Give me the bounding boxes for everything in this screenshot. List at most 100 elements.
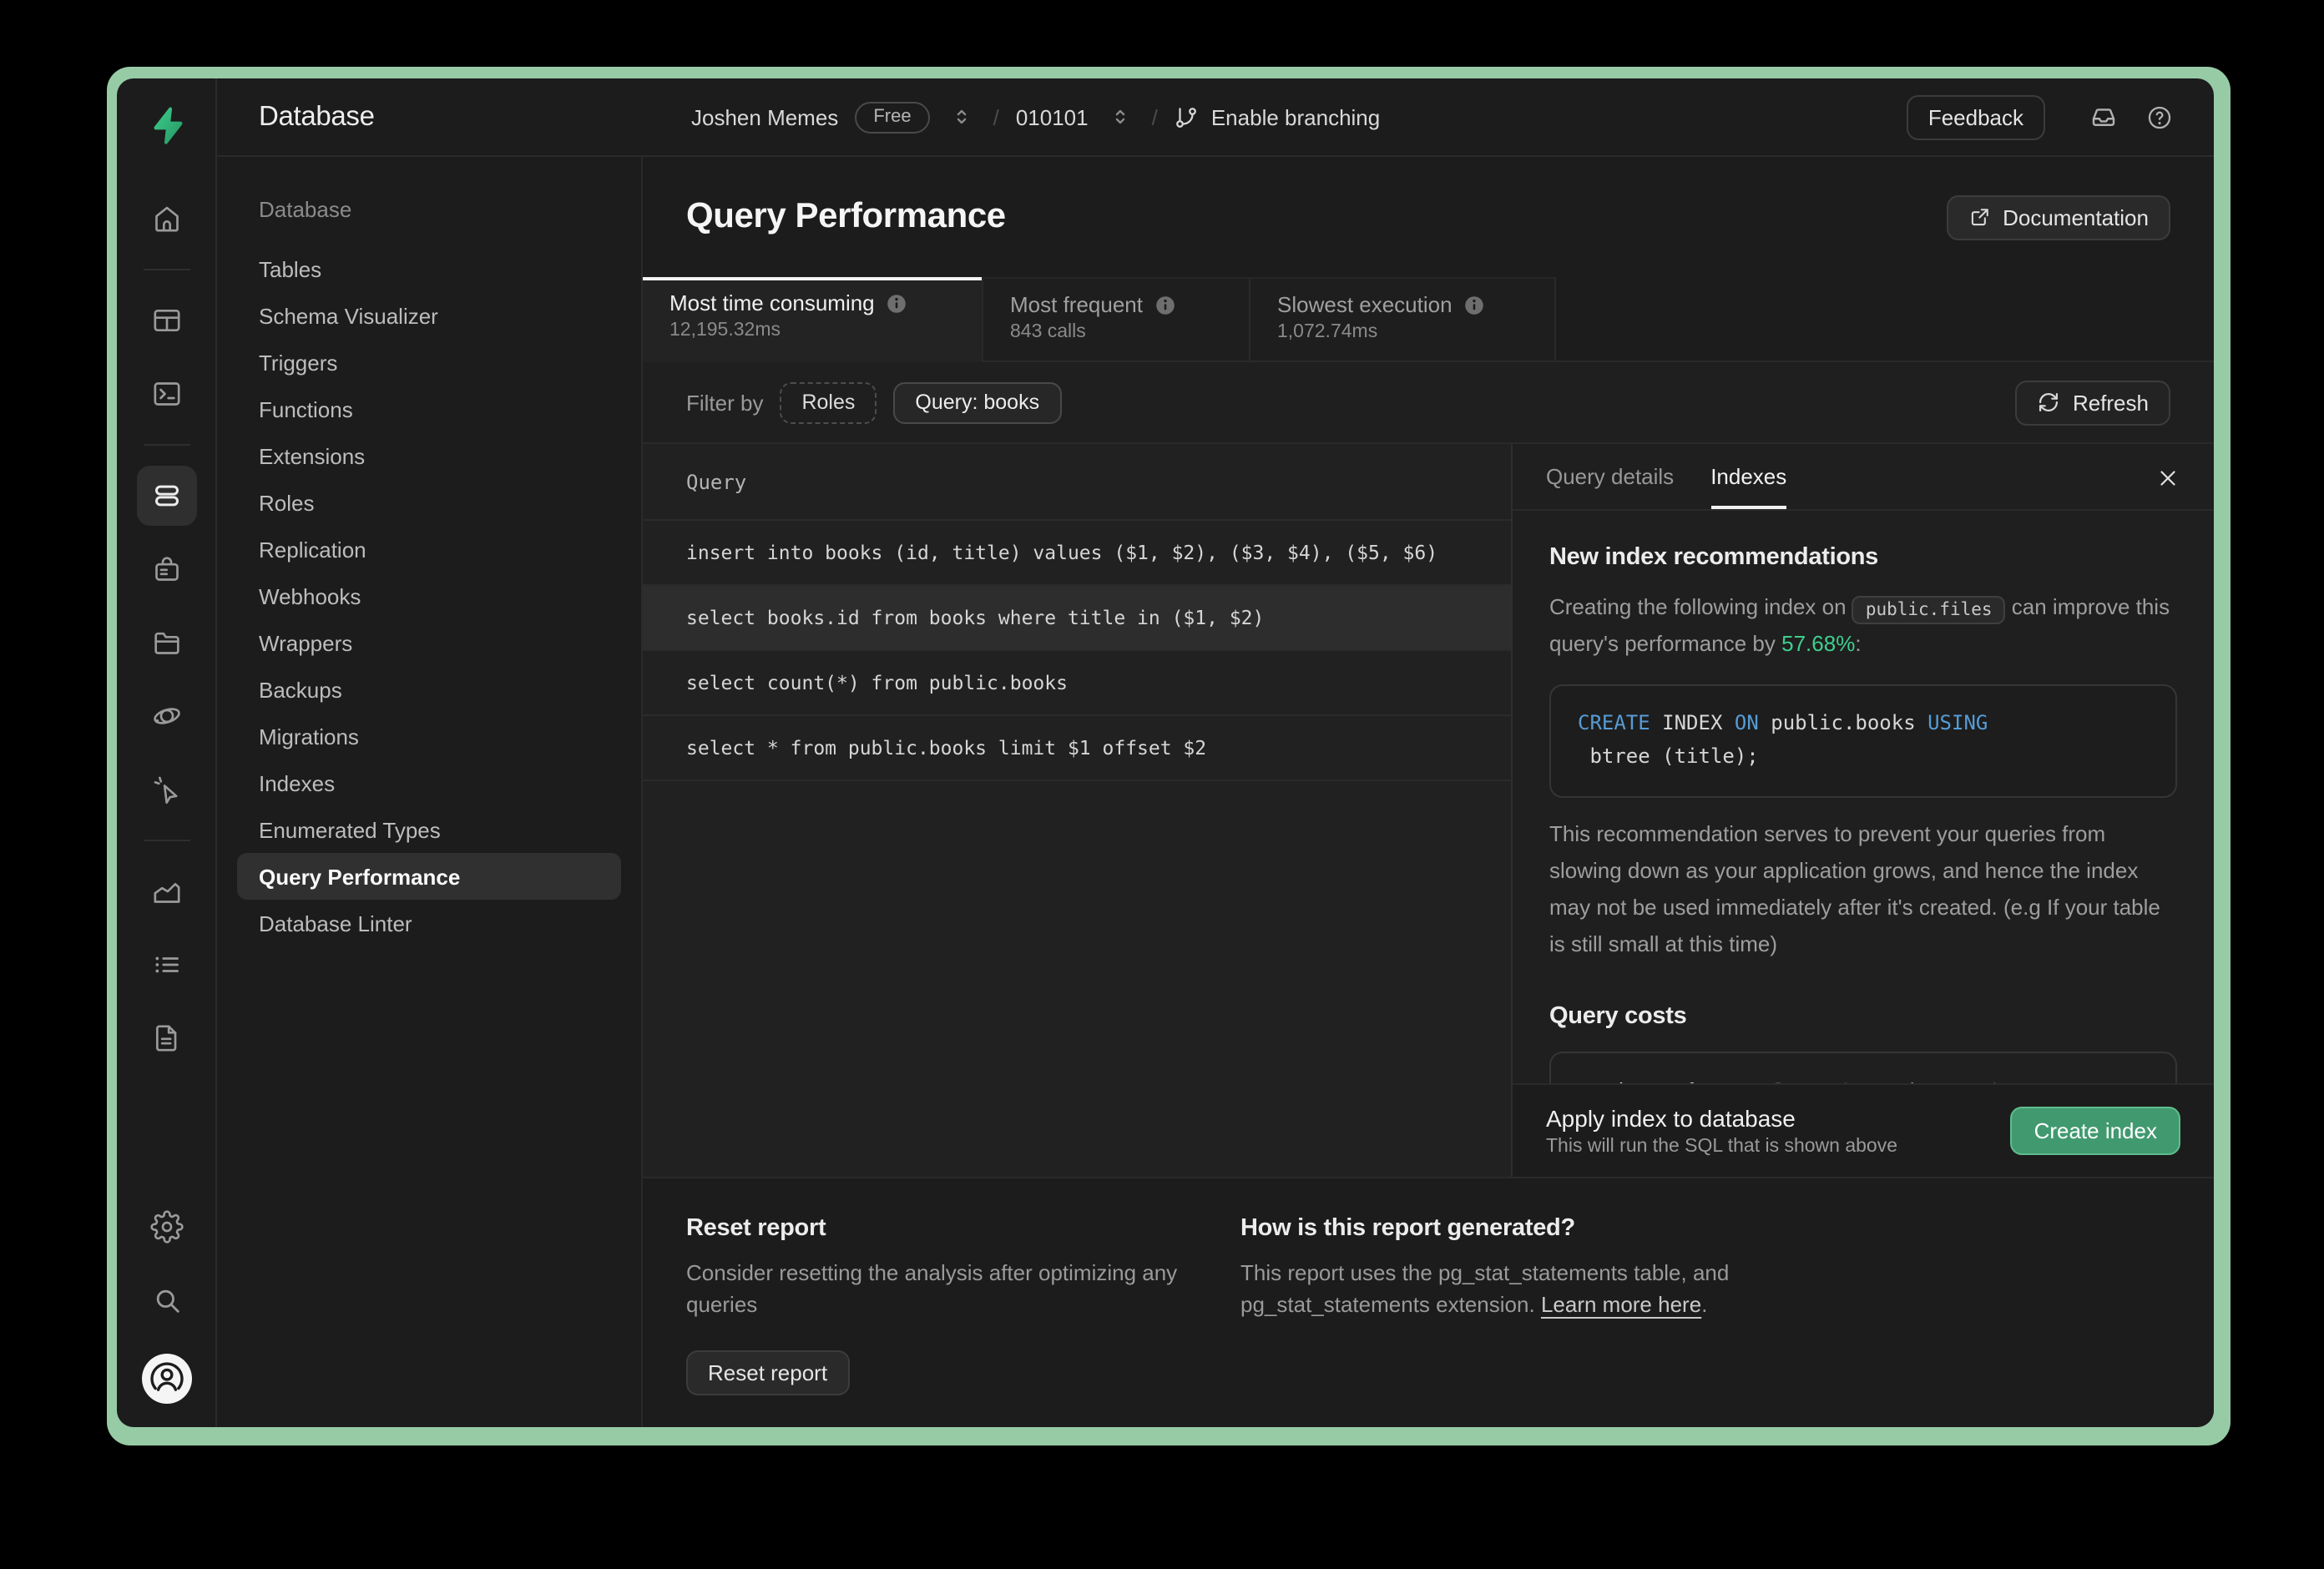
table-row[interactable]: select count(*) from public.books bbox=[643, 651, 1511, 716]
sidebar-nav: Database Tables Schema Visualizer Trigge… bbox=[217, 157, 643, 1427]
topbar: Database Joshen Memes Free / 010101 / En… bbox=[217, 78, 2214, 157]
learn-more-link[interactable]: Learn more here bbox=[1541, 1292, 1701, 1317]
tab-query-details[interactable]: Query details bbox=[1546, 464, 1674, 507]
sidebar-item-wrappers[interactable]: Wrappers bbox=[237, 619, 621, 666]
close-icon[interactable] bbox=[2155, 466, 2180, 491]
info-icon[interactable] bbox=[887, 293, 907, 313]
create-index-button[interactable]: Create index bbox=[2010, 1107, 2180, 1155]
tab-most-frequent[interactable]: Most frequent 843 calls bbox=[983, 277, 1250, 362]
documentation-button[interactable]: Documentation bbox=[1946, 194, 2170, 240]
tab-indexes[interactable]: Indexes bbox=[1710, 464, 1786, 509]
table-row[interactable]: insert into books (id, title) values ($1… bbox=[643, 521, 1511, 586]
tab-label: Most time consuming bbox=[669, 290, 875, 315]
body: Database Tables Schema Visualizer Trigge… bbox=[217, 157, 2214, 1427]
sidebar-item-enumerated-types[interactable]: Enumerated Types bbox=[237, 806, 621, 853]
filter-bar: Filter by Roles Query: books Refresh bbox=[643, 362, 2214, 444]
project-selector-chevrons-icon[interactable] bbox=[1105, 102, 1135, 132]
sidebar-item-roles[interactable]: Roles bbox=[237, 479, 621, 526]
sidebar-item-backups[interactable]: Backups bbox=[237, 666, 621, 713]
sidebar-item-replication[interactable]: Replication bbox=[237, 526, 621, 573]
refresh-icon bbox=[2039, 392, 2059, 412]
realtime-icon[interactable] bbox=[136, 686, 196, 746]
tab-slowest-execution[interactable]: Slowest execution 1,072.74ms bbox=[1250, 277, 1556, 362]
topbar-left: Database bbox=[217, 101, 643, 133]
sidebar-item-tables[interactable]: Tables bbox=[237, 245, 621, 292]
user-avatar[interactable] bbox=[141, 1354, 191, 1404]
reset-report-title: Reset report bbox=[686, 1215, 826, 1242]
recommendation-text: Creating the following index on public.f… bbox=[1549, 589, 2177, 663]
page-title: Query Performance bbox=[686, 197, 1006, 235]
api-docs-icon[interactable] bbox=[136, 1008, 196, 1068]
sql-editor-icon[interactable] bbox=[136, 364, 196, 424]
tab-label: Slowest execution bbox=[1277, 292, 1452, 317]
sidebar-item-extensions[interactable]: Extensions bbox=[237, 432, 621, 479]
app-title: Database bbox=[259, 101, 375, 131]
logs-icon[interactable] bbox=[136, 935, 196, 995]
info-icon[interactable] bbox=[1154, 295, 1175, 315]
report-tabs: Most time consuming 12,195.32ms Most fre… bbox=[643, 277, 2214, 362]
report-info-section: How is this report generated? This repor… bbox=[1240, 1215, 1801, 1427]
rail-divider bbox=[143, 269, 189, 270]
page-header: Query Performance Documentation bbox=[643, 157, 2214, 277]
screenshot-root: Database Joshen Memes Free / 010101 / En… bbox=[0, 0, 2324, 1569]
apply-index-subtitle: This will run the SQL that is shown abov… bbox=[1546, 1137, 1898, 1157]
reset-report-button[interactable]: Reset report bbox=[686, 1350, 850, 1395]
enable-branching-label: Enable branching bbox=[1210, 104, 1381, 129]
sidebar-item-triggers[interactable]: Triggers bbox=[237, 339, 621, 386]
reports-icon[interactable] bbox=[136, 861, 196, 921]
plan-badge[interactable]: Free bbox=[855, 101, 930, 133]
sidebar-item-query-performance[interactable]: Query Performance bbox=[237, 853, 621, 900]
feedback-button[interactable]: Feedback bbox=[1906, 94, 2045, 139]
recommendation-explanation: This recommendation serves to prevent yo… bbox=[1549, 820, 2160, 957]
tab-most-time-consuming[interactable]: Most time consuming 12,195.32ms bbox=[643, 277, 983, 362]
sidebar-item-functions[interactable]: Functions bbox=[237, 386, 621, 432]
sidebar-section-label: Database bbox=[259, 197, 352, 222]
query-table: Query insert into books (id, title) valu… bbox=[643, 444, 1513, 1177]
report-content: Query insert into books (id, title) valu… bbox=[643, 444, 2214, 1178]
inbox-icon[interactable] bbox=[2089, 102, 2119, 132]
sql-keyword: USING bbox=[1927, 711, 1988, 735]
breadcrumb-separator: / bbox=[993, 104, 999, 129]
info-icon[interactable] bbox=[1464, 295, 1484, 315]
tabs-filler bbox=[1556, 277, 2214, 362]
enable-branching-button[interactable]: Enable branching bbox=[1175, 104, 1380, 129]
recommendation-title: New index recommendations bbox=[1549, 544, 1879, 571]
settings-icon[interactable] bbox=[136, 1197, 196, 1257]
project-name[interactable]: 010101 bbox=[1016, 104, 1089, 129]
authentication-icon[interactable] bbox=[136, 539, 196, 599]
home-icon[interactable] bbox=[136, 189, 196, 249]
org-selector-chevrons-icon[interactable] bbox=[947, 102, 977, 132]
app-window: Database Joshen Memes Free / 010101 / En… bbox=[117, 78, 2214, 1427]
documentation-label: Documentation bbox=[2003, 204, 2149, 230]
window-frame: Database Joshen Memes Free / 010101 / En… bbox=[107, 67, 2231, 1445]
rec-text-before: Creating the following index on bbox=[1549, 594, 1847, 619]
storage-icon[interactable] bbox=[136, 613, 196, 673]
database-icon[interactable] bbox=[136, 466, 196, 526]
reset-report-description: Consider resetting the analysis after op… bbox=[686, 1260, 1178, 1317]
search-icon[interactable] bbox=[136, 1270, 196, 1330]
table-row-selected[interactable]: select books.id from books where title i… bbox=[643, 586, 1511, 651]
supabase-logo-icon[interactable] bbox=[136, 95, 196, 155]
refresh-button[interactable]: Refresh bbox=[2015, 380, 2170, 425]
rail-divider bbox=[143, 840, 189, 841]
advisors-icon[interactable] bbox=[136, 759, 196, 820]
sql-text: btree (title); bbox=[1578, 744, 1759, 768]
query-details-panel: Query details Indexes New index recommen… bbox=[1513, 444, 2214, 1177]
help-icon[interactable] bbox=[2145, 103, 2174, 131]
external-link-icon bbox=[1970, 209, 1988, 226]
table-row[interactable]: select * from public.books limit $1 offs… bbox=[643, 716, 1511, 781]
sidebar-item-schema-visualizer[interactable]: Schema Visualizer bbox=[237, 292, 621, 339]
window-right: Database Joshen Memes Free / 010101 / En… bbox=[217, 78, 2214, 1427]
table-editor-icon[interactable] bbox=[136, 290, 196, 351]
org-name[interactable]: Joshen Memes bbox=[691, 104, 838, 129]
apply-index-footer: Apply index to database This will run th… bbox=[1513, 1083, 2214, 1177]
sidebar-item-database-linter[interactable]: Database Linter bbox=[237, 900, 621, 946]
sidebar-item-indexes[interactable]: Indexes bbox=[237, 759, 621, 806]
canvas: Database Joshen Memes Free / 010101 / En… bbox=[0, 0, 2324, 1569]
roles-filter-chip[interactable]: Roles bbox=[780, 381, 877, 423]
sidebar-item-migrations[interactable]: Migrations bbox=[237, 713, 621, 759]
query-filter-chip[interactable]: Query: books bbox=[893, 381, 1062, 423]
sidebar-item-webhooks[interactable]: Webhooks bbox=[237, 573, 621, 619]
tab-sublabel: 1,072.74ms bbox=[1277, 322, 1378, 342]
sql-text: INDEX bbox=[1662, 711, 1735, 735]
